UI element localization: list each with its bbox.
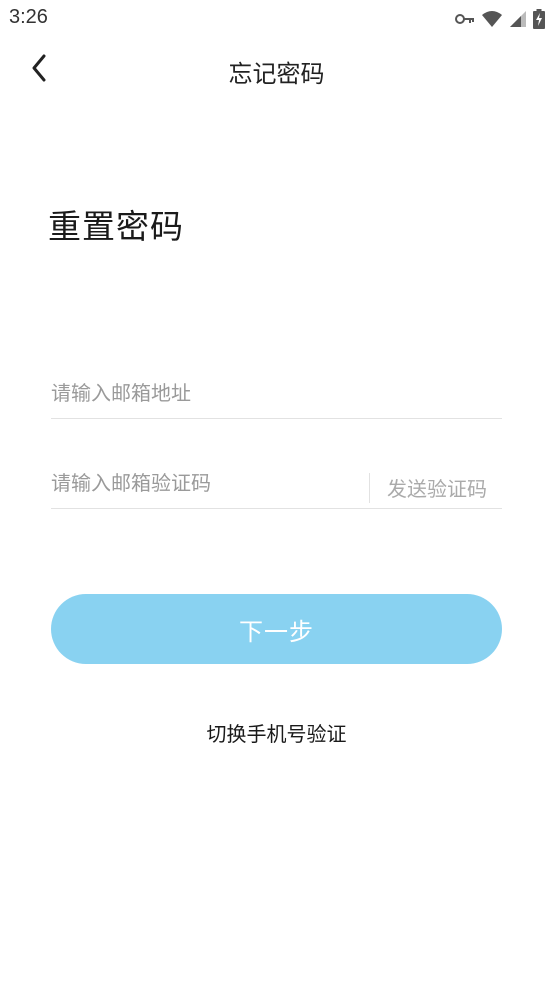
status-bar: 3:26 — [0, 0, 553, 38]
code-divider — [369, 473, 370, 503]
header: 忘记密码 — [0, 44, 553, 96]
code-field-row: 发送验证码 — [51, 458, 502, 509]
page-title: 忘记密码 — [228, 60, 325, 88]
key-icon — [455, 13, 475, 25]
status-icons — [455, 8, 545, 30]
next-button[interactable]: 下一步 — [51, 594, 502, 664]
section-heading: 重置密码 — [48, 207, 184, 246]
email-input[interactable] — [51, 368, 502, 418]
verification-code-input[interactable] — [51, 458, 361, 508]
back-button[interactable] — [22, 52, 56, 88]
status-time: 3:26 — [9, 6, 48, 28]
switch-to-phone-link[interactable]: 切换手机号验证 — [0, 718, 553, 747]
wifi-icon — [481, 10, 503, 28]
send-code-button[interactable]: 发送验证码 — [387, 473, 487, 502]
battery-charging-icon — [533, 9, 545, 29]
signal-icon — [509, 10, 527, 28]
email-field-row — [51, 368, 502, 419]
chevron-left-icon — [31, 54, 47, 86]
